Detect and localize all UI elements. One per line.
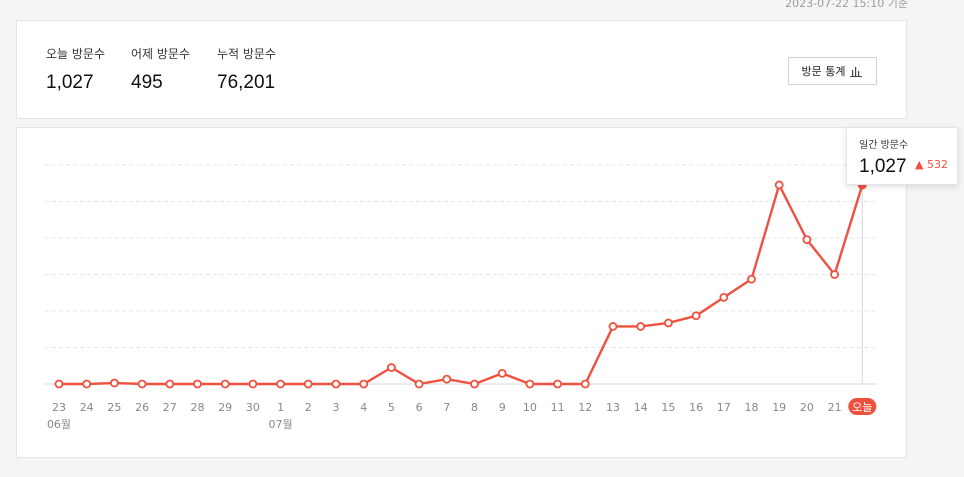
x-tick-label: 1	[277, 401, 284, 414]
daily-visits-tooltip: 일간 방문수 1,027 ▲ 532	[846, 127, 958, 185]
x-tick-label: 8	[471, 401, 478, 414]
x-tick-label: 15	[661, 401, 675, 414]
data-point	[553, 379, 562, 389]
data-point	[830, 270, 839, 279]
data-point	[386, 363, 396, 372]
data-point	[220, 379, 230, 389]
data-point	[82, 379, 92, 389]
data-point	[414, 379, 424, 389]
tooltip-value: 1,027	[859, 156, 907, 177]
x-tick-label: 13	[606, 401, 620, 414]
data-point	[470, 379, 479, 389]
x-tick-label-today: 오늘	[852, 401, 872, 414]
x-tick-label: 29	[218, 401, 232, 414]
data-point	[276, 379, 286, 389]
data-point	[193, 379, 202, 389]
data-point	[691, 311, 701, 321]
data-point	[110, 378, 119, 388]
x-tick-label: 3	[333, 401, 340, 414]
data-point	[303, 379, 313, 389]
data-point	[359, 379, 369, 389]
data-point	[580, 379, 590, 389]
data-point	[54, 379, 64, 389]
data-point	[525, 379, 535, 389]
x-tick-label: 24	[80, 401, 94, 414]
data-point	[719, 292, 729, 302]
x-tick-label: 14	[634, 401, 648, 414]
x-tick-label: 17	[717, 401, 731, 414]
x-tick-label: 26	[135, 401, 149, 414]
x-tick-label: 21	[828, 401, 842, 414]
x-tick-label: 18	[745, 401, 759, 414]
data-point	[442, 374, 452, 384]
data-point	[774, 180, 784, 190]
data-point	[331, 379, 341, 389]
x-tick-label: 6	[416, 401, 423, 414]
data-point	[248, 379, 258, 389]
x-tick-label: 7	[443, 401, 450, 414]
x-tick-label: 16	[689, 401, 703, 414]
tooltip-delta: ▲ 532	[915, 158, 948, 171]
x-tick-label: 9	[499, 401, 506, 414]
data-point	[664, 318, 673, 328]
x-tick-label: 4	[360, 401, 367, 414]
x-tick-label: 11	[551, 401, 565, 414]
data-point	[137, 379, 147, 389]
x-tick-label: 28	[191, 401, 205, 414]
x-tick-label: 27	[163, 401, 177, 414]
tooltip-label: 일간 방문수	[859, 140, 909, 151]
x-tick-label: 20	[800, 401, 814, 414]
data-point	[497, 368, 507, 378]
data-point	[747, 274, 756, 284]
data-point	[608, 322, 618, 331]
x-tick-label: 23	[52, 401, 66, 414]
data-point	[165, 379, 175, 389]
month-label: 07월	[269, 418, 293, 431]
x-tick-label: 19	[772, 401, 786, 414]
x-tick-label: 25	[107, 401, 121, 414]
month-label: 06월	[47, 418, 71, 431]
x-tick-label: 2	[305, 401, 312, 414]
x-tick-label: 30	[246, 401, 260, 414]
daily-visits-chart: 23 24 25 26 27 28 29 30 1 2 3 4 5 6 7 8 9 10 11 12 13 14 15 16 1…	[45, 164, 877, 431]
visits-line	[59, 183, 864, 386]
data-point	[636, 322, 646, 331]
x-tick-label: 10	[523, 401, 537, 414]
data-point	[802, 235, 812, 245]
x-tick-label: 5	[388, 401, 395, 414]
x-tick-label: 12	[578, 401, 592, 414]
